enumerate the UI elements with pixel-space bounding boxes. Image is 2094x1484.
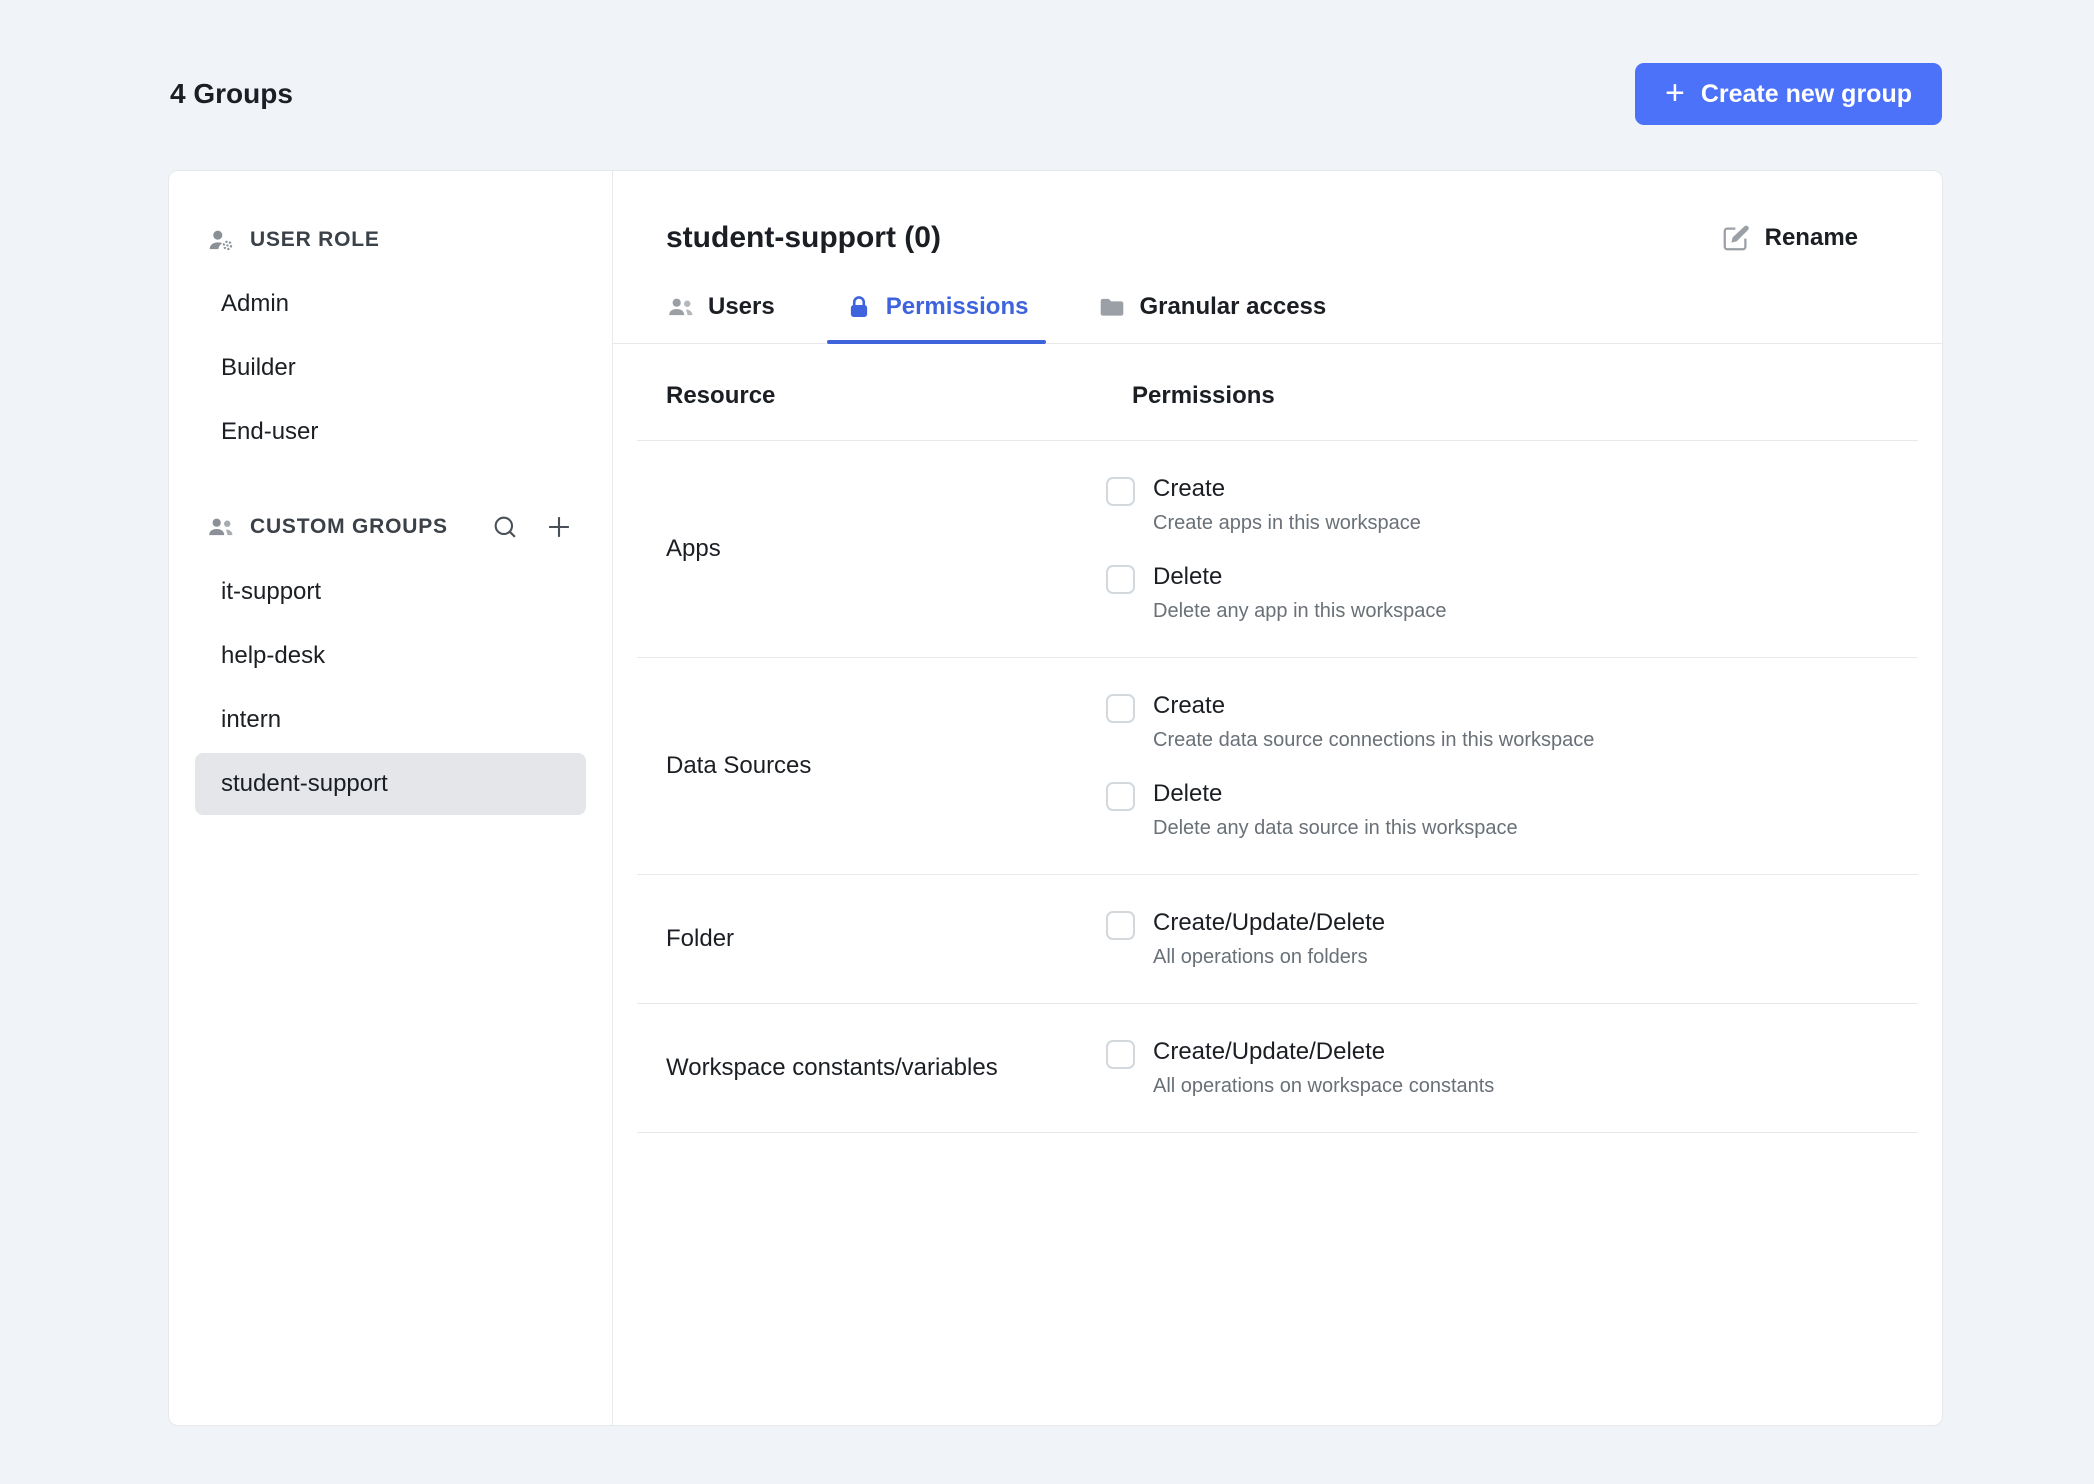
- table-header-row: Resource Permissions: [637, 344, 1918, 441]
- folder-icon: [1098, 294, 1126, 320]
- resource-name: Data Sources: [666, 752, 812, 779]
- folder-cud-checkbox[interactable]: [1106, 911, 1135, 940]
- custom-groups-section-label: CUSTOM GROUPS: [250, 515, 448, 538]
- user-role-section-header: USER ROLE: [195, 219, 586, 261]
- permission-label: Delete: [1153, 563, 1223, 590]
- user-gear-icon: [207, 227, 235, 253]
- tab-granular-access[interactable]: Granular access: [1080, 293, 1344, 343]
- create-new-group-button[interactable]: + Create new group: [1634, 63, 1942, 125]
- sidebar-item-student-support[interactable]: student-support: [195, 753, 586, 815]
- sidebar-item-end-user[interactable]: End-user: [195, 401, 586, 463]
- table-row: Workspace constants/variables Create/Upd…: [637, 1004, 1918, 1133]
- group-detail-panel: student-support (0) Rename Users Permiss…: [613, 171, 1942, 1425]
- permission-label: Delete: [1153, 780, 1223, 807]
- resource-name: Apps: [666, 535, 721, 562]
- table-row: Apps Create Create apps in this workspac…: [637, 441, 1918, 658]
- groups-sidebar: USER ROLE Admin Builder End-user CUSTOM: [169, 171, 613, 1425]
- data-sources-delete-checkbox[interactable]: [1106, 782, 1135, 811]
- group-detail-header: student-support (0) Rename: [613, 171, 1942, 255]
- sidebar-item-admin[interactable]: Admin: [195, 273, 586, 335]
- groups-card: USER ROLE Admin Builder End-user CUSTOM: [168, 170, 1943, 1426]
- sidebar-item-intern[interactable]: intern: [195, 689, 586, 751]
- custom-groups-section: CUSTOM GROUPS it-support help-desk inter…: [195, 505, 586, 815]
- data-sources-create-checkbox[interactable]: [1106, 694, 1135, 723]
- custom-groups-actions: [491, 513, 573, 541]
- tab-granular-access-label: Granular access: [1139, 293, 1327, 320]
- permission-description: Create data source connections in this w…: [1153, 729, 1595, 751]
- permission-description: All operations on workspace constants: [1153, 1075, 1495, 1097]
- sidebar-item-builder[interactable]: Builder: [195, 337, 586, 399]
- plus-icon: +: [1664, 73, 1685, 112]
- people-group-icon: [207, 514, 235, 540]
- permissions-column-header: Permissions: [1132, 382, 1275, 409]
- permission-label: Create: [1153, 475, 1226, 502]
- permission-item: Delete Delete any data source in this wo…: [1106, 780, 1594, 840]
- permission-label: Create: [1153, 692, 1226, 719]
- permission-label: Create/Update/Delete: [1153, 1038, 1386, 1065]
- create-new-group-label: Create new group: [1700, 79, 1912, 108]
- tab-users-label: Users: [708, 293, 775, 320]
- permission-item: Delete Delete any app in this workspace: [1106, 563, 1447, 623]
- table-row: Folder Create/Update/Delete All operatio…: [637, 875, 1918, 1004]
- permission-description: Delete any app in this workspace: [1153, 600, 1447, 622]
- groups-page: 4 Groups + Create new group USER ROLE Ad…: [0, 0, 2094, 1484]
- permission-description: Delete any data source in this workspace: [1153, 817, 1518, 839]
- group-title: student-support (0): [666, 221, 941, 254]
- apps-create-checkbox[interactable]: [1106, 477, 1135, 506]
- permission-description: Create apps in this workspace: [1153, 512, 1421, 534]
- group-tabs: Users Permissions Granular access: [613, 293, 1942, 344]
- resource-name: Workspace constants/variables: [666, 1054, 998, 1081]
- permission-label: Create/Update/Delete: [1153, 909, 1386, 936]
- workspace-constants-cud-checkbox[interactable]: [1106, 1040, 1135, 1069]
- permission-item: Create/Update/Delete All operations on w…: [1106, 1038, 1494, 1098]
- lock-icon: [845, 294, 873, 320]
- user-role-section-label: USER ROLE: [250, 228, 380, 251]
- search-icon[interactable]: [491, 513, 519, 541]
- permission-item: Create Create data source connections in…: [1106, 692, 1594, 752]
- tab-permissions[interactable]: Permissions: [826, 293, 1047, 344]
- sidebar-item-help-desk[interactable]: help-desk: [195, 625, 586, 687]
- groups-count-label: 4 Groups: [170, 78, 293, 109]
- tab-users[interactable]: Users: [649, 293, 793, 343]
- permission-item: Create Create apps in this workspace: [1106, 475, 1447, 535]
- permissions-table: Resource Permissions Apps Create Create …: [637, 344, 1918, 1133]
- custom-groups-section-header: CUSTOM GROUPS: [195, 505, 586, 549]
- tab-permissions-label: Permissions: [885, 293, 1029, 320]
- permission-item: Create/Update/Delete All operations on f…: [1106, 909, 1385, 969]
- users-icon: [667, 294, 695, 320]
- permission-description: All operations on folders: [1153, 946, 1368, 968]
- apps-delete-checkbox[interactable]: [1106, 565, 1135, 594]
- page-header: 4 Groups + Create new group: [170, 62, 1942, 126]
- sidebar-item-it-support[interactable]: it-support: [195, 561, 586, 623]
- resource-column-header: Resource: [666, 382, 776, 409]
- plus-icon[interactable]: [545, 513, 573, 541]
- rename-button[interactable]: Rename: [1721, 223, 1858, 253]
- rename-label: Rename: [1764, 224, 1858, 251]
- edit-pencil-icon: [1721, 223, 1751, 253]
- table-row: Data Sources Create Create data source c…: [637, 658, 1918, 875]
- resource-name: Folder: [666, 925, 735, 952]
